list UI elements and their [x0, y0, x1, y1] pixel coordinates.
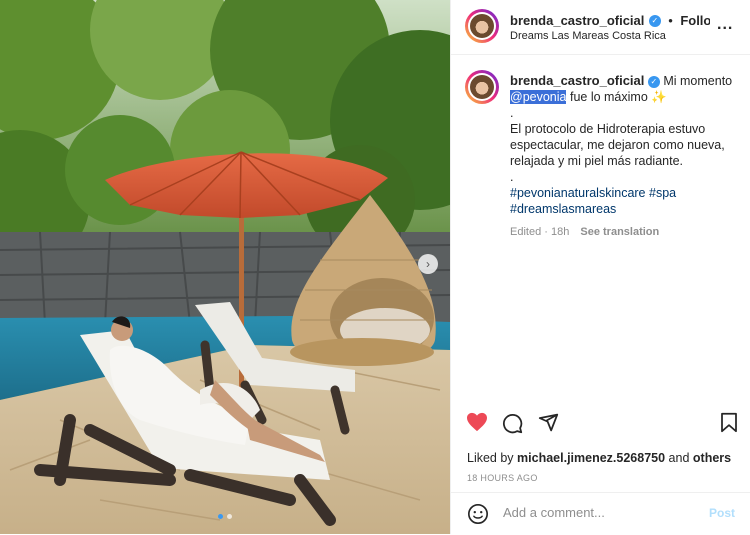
caption-body: El protocolo de Hidroterapia estuvo espe… [510, 122, 725, 168]
verified-badge-icon: ✓ [647, 75, 660, 88]
caption-meta: Edited · 18h See translation [510, 226, 659, 238]
carousel-next-button[interactable]: › [418, 254, 438, 274]
caption-rest: fue lo máximo [569, 90, 648, 104]
carousel-dot [227, 514, 232, 519]
caption-avatar[interactable] [465, 70, 499, 104]
likes-others-link[interactable]: others [693, 451, 731, 465]
post-header: brenda_castro_oficial ✓ • Followi Dreams… [451, 0, 750, 55]
likes-and: and [668, 451, 690, 465]
caption-dot: . [510, 106, 514, 120]
sparkle-icon: ✨ [651, 90, 667, 104]
follow-button[interactable]: Followi [680, 13, 710, 28]
liked-by-user[interactable]: michael.jimenez.5268750 [517, 451, 665, 465]
post-photo[interactable]: › [0, 0, 450, 534]
post-timestamp[interactable]: 18 HOURS AGO [467, 473, 538, 483]
liked-by-label: Liked by [467, 451, 514, 465]
caption-intro: Mi momento [663, 74, 733, 88]
hashtag-link[interactable]: #spa [649, 186, 676, 200]
caption: brenda_castro_oficial ✓ Mi momento @pevo… [510, 73, 746, 217]
chevron-right-icon: › [426, 257, 430, 271]
emoji-icon[interactable] [467, 503, 489, 525]
edited-timestamp: Edited · 18h [510, 226, 570, 238]
post-details-panel: brenda_castro_oficial ✓ • Followi Dreams… [450, 0, 750, 534]
carousel-dot-active [218, 514, 223, 519]
location-link[interactable]: Dreams Las Mareas Costa Rica [510, 30, 666, 42]
separator: • [668, 13, 673, 28]
header-username[interactable]: brenda_castro_oficial [510, 13, 644, 28]
hashtag-link[interactable]: #dreamslasmareas [510, 202, 616, 216]
photo-illustration [0, 0, 450, 534]
caption-dot: . [510, 170, 514, 184]
hashtag-link[interactable]: #pevonianaturalskincare [510, 186, 646, 200]
avatar[interactable] [465, 9, 499, 43]
comment-icon[interactable] [502, 413, 523, 434]
post-comment-button[interactable]: Post [709, 506, 735, 520]
action-bar [451, 402, 750, 438]
header-userline: brenda_castro_oficial ✓ • Followi [510, 12, 710, 30]
heart-icon[interactable] [466, 412, 488, 432]
verified-badge-icon: ✓ [648, 14, 661, 27]
share-icon[interactable] [538, 412, 559, 433]
mention-link[interactable]: @pevonia [510, 90, 567, 104]
comment-input[interactable]: Add a comment... [503, 505, 605, 520]
likes-line: Liked by michael.jimenez.5268750 and oth… [467, 451, 731, 465]
more-options-icon[interactable]: ... [717, 16, 733, 34]
caption-username[interactable]: brenda_castro_oficial [510, 73, 644, 88]
bookmark-icon[interactable] [720, 412, 738, 433]
see-translation-button[interactable]: See translation [580, 226, 659, 238]
comment-box: Add a comment... Post [451, 492, 750, 535]
